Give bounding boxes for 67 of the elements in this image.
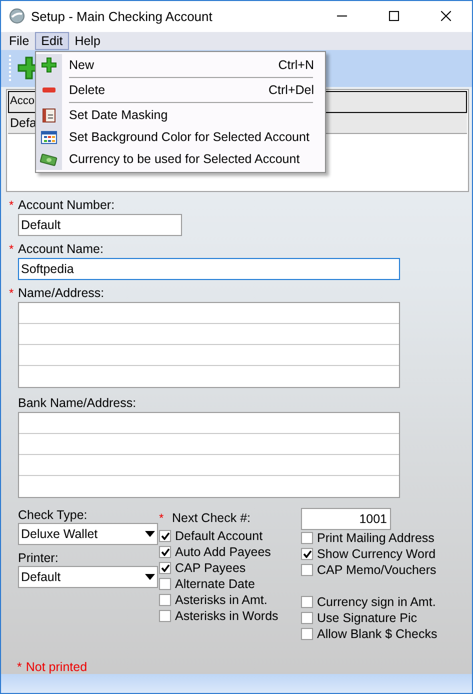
required-asterisk: * [159,511,165,526]
next-check-number-field[interactable]: 1001 [301,508,391,530]
checkbox-label: Allow Blank $ Checks [317,627,438,642]
plus-icon [41,57,57,73]
checkbox-label: Asterisks in Words [175,609,278,624]
minus-icon [42,87,56,93]
checkbox[interactable] [159,578,171,590]
required-asterisk: * [9,242,15,256]
maximize-icon[interactable] [389,11,399,22]
checkbox[interactable] [159,594,171,606]
menu-item[interactable]: File [3,32,36,50]
menu-entry[interactable]: Set Background Color for Selected Account [62,130,325,144]
address-field[interactable] [18,412,400,498]
dropdown-caret-icon[interactable] [145,574,155,580]
checkbox[interactable] [301,532,313,544]
column-header: Acco [10,94,34,107]
checkbox[interactable] [301,548,313,560]
checkbox-label: CAP Payees [175,561,246,576]
menu-entry[interactable]: Delete [62,83,268,97]
field-label: Account Number: [18,198,115,212]
field-label: Bank Name/Address: [18,396,136,410]
checkbox-label: Alternate Date [175,577,255,592]
checkbox-label: Auto Add Payees [175,545,271,560]
checkbox[interactable] [159,530,171,542]
input-field[interactable]: Default [18,214,182,236]
close-icon[interactable] [441,11,451,22]
checkbox[interactable] [159,610,171,622]
menu-entry[interactable]: New [62,58,278,72]
checkbox-label: Use Signature Pic [317,611,418,626]
color-grid-icon [41,130,57,144]
checkbox-label: Show Currency Word [317,547,436,562]
field-label: Next Check #: [172,511,251,526]
window-title: Setup - Main Checking Account [31,8,214,24]
check-type-dropdown[interactable]: Deluxe Wallet [18,523,158,546]
menu-entry[interactable]: Set Date Masking [62,108,325,122]
required-asterisk: * [9,198,15,212]
checkbox-label: Currency sign in Amt. [317,595,436,610]
menu-entry[interactable]: Currency to be used for Selected Account [62,152,325,166]
checkbox[interactable] [159,562,171,574]
input-field[interactable]: Softpedia [18,258,400,280]
checkbox[interactable] [301,564,313,576]
checkbox-label: Print Mailing Address [317,531,434,546]
calendar-icon [42,107,56,123]
shortcut-text: Ctrl+N [278,58,315,72]
field-label: Account Name: [18,242,104,256]
checkbox[interactable] [301,612,313,624]
menu-item[interactable]: Help [68,32,106,50]
checkbox-label: Default Account [175,529,263,544]
banknotes-icon [40,152,58,166]
table-cell[interactable]: Defa [10,116,36,130]
app-icon [9,8,25,24]
checkbox[interactable] [159,546,171,558]
legend-text: Not printed [26,660,88,674]
menu-item[interactable]: Edit [35,32,69,50]
required-asterisk: * [9,286,15,300]
dropdown-caret-icon[interactable] [145,531,155,538]
address-field[interactable] [18,302,400,388]
checkbox-label: CAP Memo/Vouchers [317,563,436,578]
asterisk-mark: * [17,660,22,674]
checkbox-label: Asterisks in Amt. [175,593,268,608]
shortcut-text: Ctrl+Del [268,83,315,97]
field-label: Name/Address: [18,286,104,300]
field-label: Check Type: [18,508,88,522]
printer-dropdown[interactable]: Default [18,566,158,588]
checkbox[interactable] [301,596,313,608]
field-label: Printer: [18,551,60,566]
checkbox[interactable] [301,628,313,640]
